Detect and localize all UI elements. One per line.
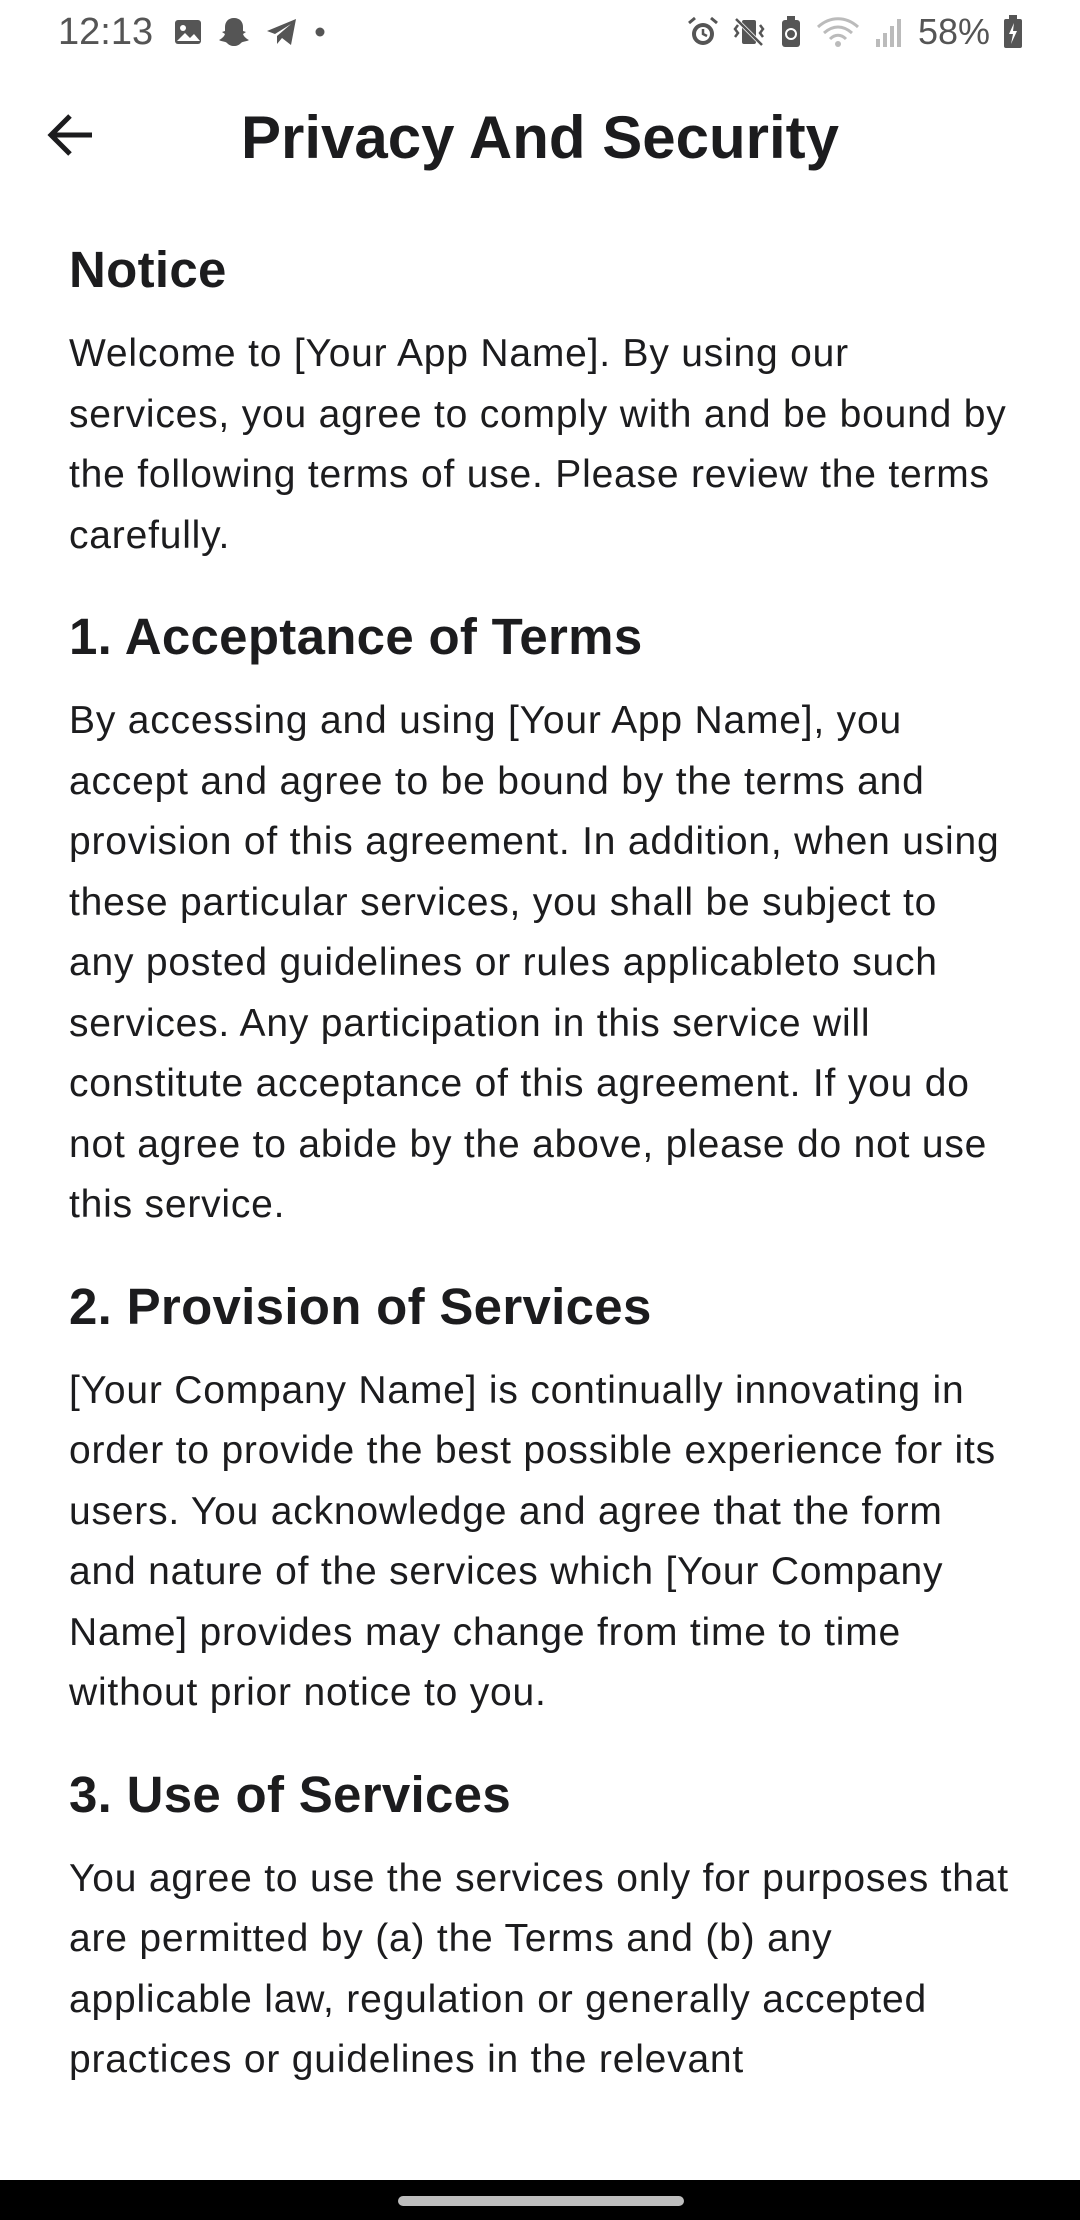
telegram-icon — [265, 17, 299, 47]
section-body-provision: [Your Company Name] is continually innov… — [69, 1368, 996, 1715]
app-header: Privacy And Security — [0, 80, 1080, 192]
section-heading-provision: 2. Provision of Services — [69, 1277, 652, 1335]
status-left: 12:13 — [58, 8, 327, 56]
page-title: Privacy And Security — [240, 104, 840, 171]
battery-saver-icon — [778, 15, 804, 49]
section-body-notice: Welcome to [Your App Name]. By using our… — [69, 332, 1007, 557]
signal-icon — [872, 15, 906, 49]
section-heading-acceptance: 1. Acceptance of Terms — [69, 608, 643, 665]
vibrate-icon — [732, 15, 766, 49]
status-time: 12:13 — [58, 10, 154, 53]
status-bar: 12:13 58% — [0, 0, 1080, 64]
home-gesture-handle[interactable] — [398, 2196, 684, 2206]
snapchat-icon — [217, 16, 251, 48]
dot-icon — [313, 25, 327, 39]
status-right: 58% — [686, 8, 1024, 56]
terms-content: Notice Welcome to [Your App Name]. By us… — [69, 232, 1009, 2091]
wifi-icon — [816, 15, 860, 49]
alarm-icon — [686, 15, 720, 49]
section-heading-use: 3. Use of Services — [69, 1765, 511, 1823]
section-heading-notice: Notice — [69, 241, 227, 298]
navigation-bar — [0, 2180, 1080, 2220]
battery-percent: 58% — [917, 11, 990, 52]
gallery-icon — [173, 17, 203, 47]
section-body-use: You agree to use the services only for p… — [69, 1856, 1009, 2082]
section-body-acceptance: By accessing and using [Your App Name], … — [69, 699, 1000, 1226]
battery-icon — [1002, 14, 1024, 50]
